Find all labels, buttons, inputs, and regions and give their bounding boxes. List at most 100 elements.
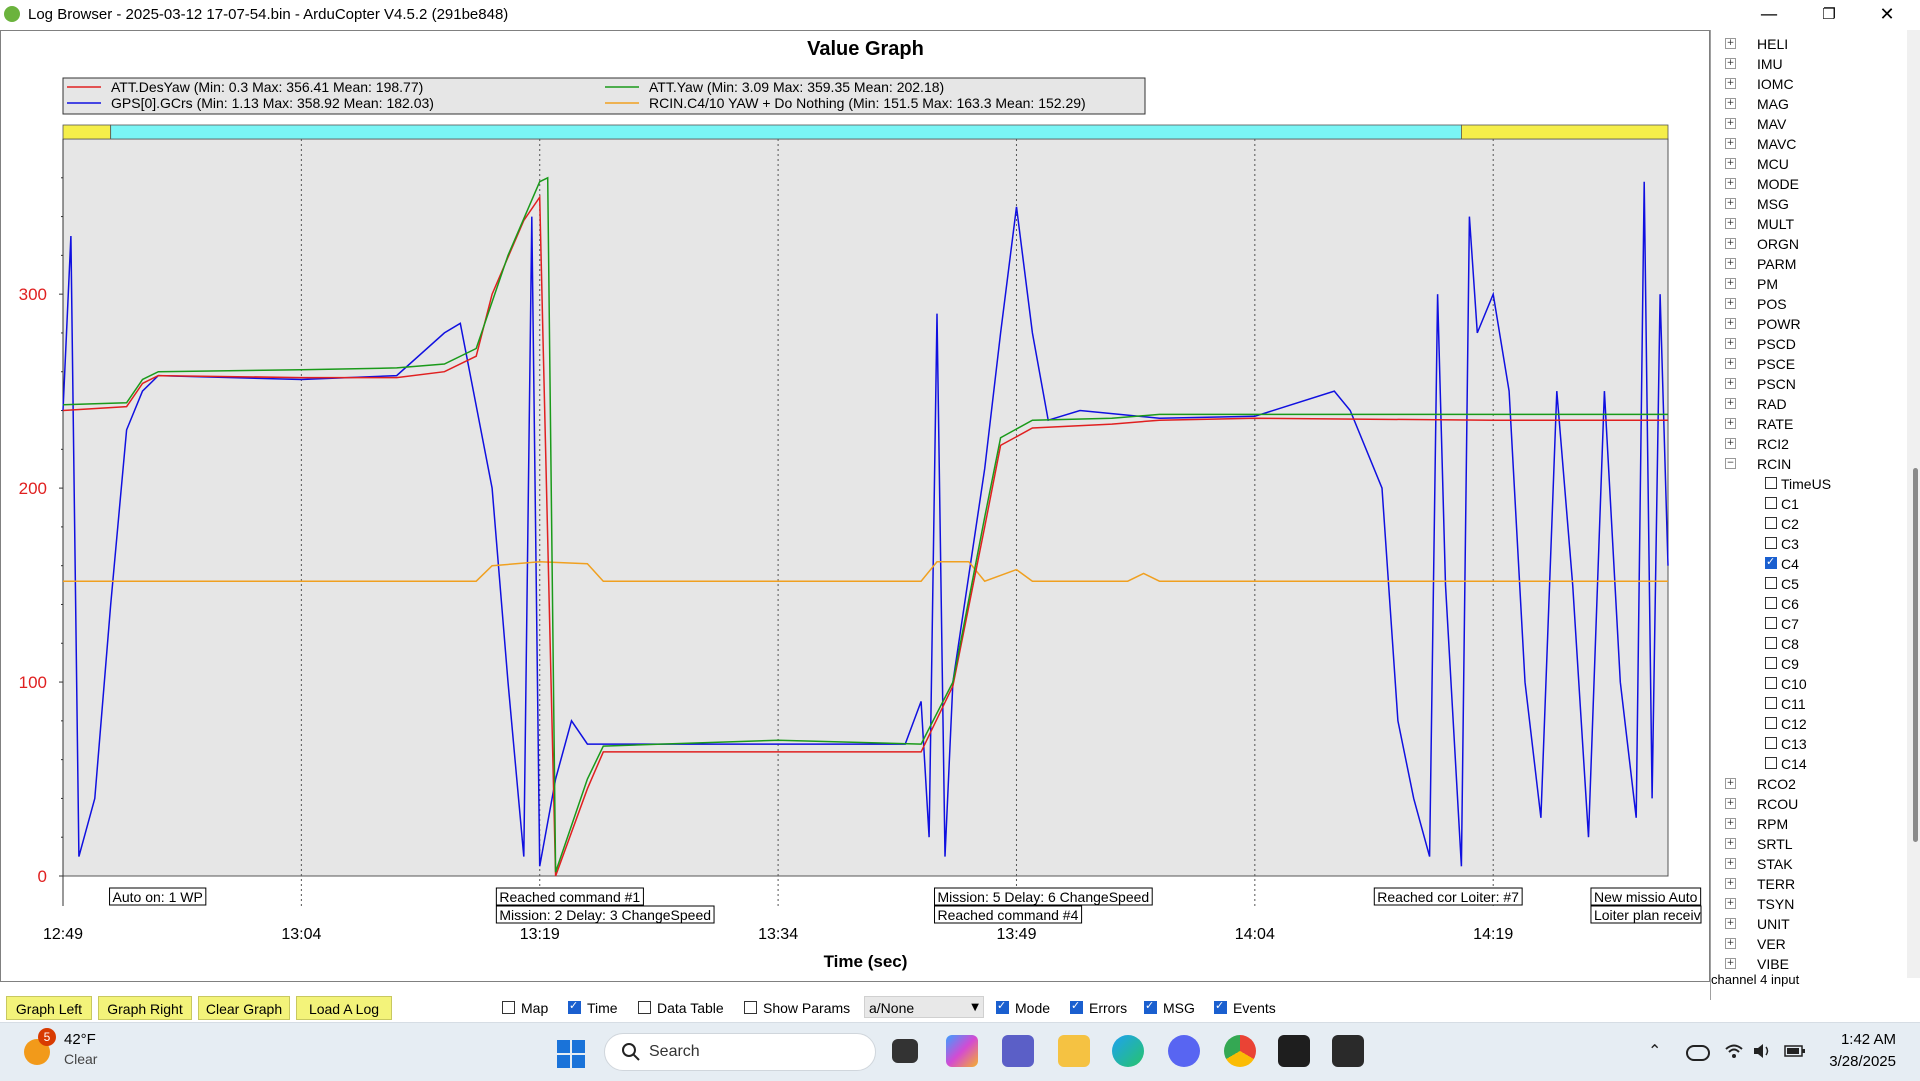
tree-item-rpm[interactable]: + RPM [1711,814,1901,834]
expand-icon[interactable]: + [1725,418,1736,429]
expand-icon[interactable]: + [1725,338,1736,349]
tree-item-heli[interactable]: + HELI [1711,34,1901,54]
tree-item-mult[interactable]: + MULT [1711,214,1901,234]
tree-item-mav[interactable]: + MAV [1711,114,1901,134]
battery-icon[interactable] [1784,1041,1805,1061]
taskbar-search[interactable]: Search [604,1033,876,1071]
expand-icon[interactable]: + [1725,318,1736,329]
tree-item-pm[interactable]: + PM [1711,274,1901,294]
tree-item-psce[interactable]: + PSCE [1711,354,1901,374]
tree-item-mavc[interactable]: + MAVC [1711,134,1901,154]
tree-item-pscd[interactable]: + PSCD [1711,334,1901,354]
tree-item-c13[interactable]: C13 [1711,734,1901,754]
expand-icon[interactable]: + [1725,798,1736,809]
tree-item-rcou[interactable]: + RCOU [1711,794,1901,814]
expand-icon[interactable]: + [1725,38,1736,49]
clear-graph-button[interactable]: Clear Graph [198,996,290,1020]
mode-checkbox-box[interactable] [996,999,1009,1014]
show-params-checkbox-box[interactable] [744,1001,757,1014]
clock-time[interactable]: 1:42 AM [1836,1031,1896,1048]
tree-item-c9[interactable]: C9 [1711,654,1901,674]
map-checkbox-box[interactable] [502,1001,515,1014]
volume-icon[interactable] [1752,1041,1772,1061]
expand-icon[interactable]: + [1725,378,1736,389]
expand-icon[interactable]: + [1725,898,1736,909]
tree-item-c4[interactable]: C4 [1711,554,1901,574]
expand-icon[interactable]: + [1725,918,1736,929]
teams-icon[interactable] [1002,1035,1034,1067]
tree-item-c6[interactable]: C6 [1711,594,1901,614]
expand-icon[interactable]: + [1725,178,1736,189]
expand-icon[interactable]: + [1725,258,1736,269]
tree-item-tsyn[interactable]: + TSYN [1711,894,1901,914]
expand-icon[interactable]: + [1725,958,1736,969]
expand-icon[interactable]: + [1725,858,1736,869]
tree-checkbox-timeus[interactable] [1765,477,1777,489]
collapse-icon[interactable]: − [1725,458,1736,469]
expand-icon[interactable]: + [1725,298,1736,309]
tree-checkbox-c14[interactable] [1765,757,1777,769]
tree-item-mode[interactable]: + MODE [1711,174,1901,194]
tree-item-c5[interactable]: C5 [1711,574,1901,594]
tree-item-vibe[interactable]: + VIBE [1711,954,1901,974]
tree-scroll-thumb[interactable] [1913,468,1918,842]
weather-temperature[interactable]: 42°F [64,1031,96,1048]
expand-icon[interactable]: + [1725,138,1736,149]
minimize-button[interactable]: — [1740,0,1798,29]
tree-item-c8[interactable]: C8 [1711,634,1901,654]
tree-item-c1[interactable]: C1 [1711,494,1901,514]
expand-icon[interactable]: + [1725,818,1736,829]
copilot-icon[interactable] [946,1035,978,1067]
tree-checkbox-c2[interactable] [1765,517,1777,529]
clock-date[interactable]: 3/28/2025 [1820,1053,1896,1070]
expand-icon[interactable]: + [1725,238,1736,249]
tree-item-powr[interactable]: + POWR [1711,314,1901,334]
discord-icon[interactable] [1168,1035,1200,1067]
tree-item-unit[interactable]: + UNIT [1711,914,1901,934]
tree-checkbox-c9[interactable] [1765,657,1777,669]
tree-checkbox-c4[interactable] [1765,555,1777,569]
graph-right-button[interactable]: Graph Right [98,996,192,1020]
tree-checkbox-c10[interactable] [1765,677,1777,689]
events-checkbox-box[interactable] [1214,999,1227,1014]
onedrive-icon[interactable] [1686,1045,1710,1061]
tree-checkbox-c11[interactable] [1765,697,1777,709]
expand-icon[interactable]: + [1725,58,1736,69]
expand-icon[interactable]: + [1725,358,1736,369]
tree-item-c14[interactable]: C14 [1711,754,1901,774]
chevron-up-icon[interactable]: ⌃ [1648,1041,1661,1060]
expand-icon[interactable]: + [1725,78,1736,89]
tree-item-msg[interactable]: + MSG [1711,194,1901,214]
tree-item-ver[interactable]: + VER [1711,934,1901,954]
time-checkbox-box[interactable] [568,999,581,1014]
edge-icon[interactable] [1112,1035,1144,1067]
data-table-checkbox-box[interactable] [638,1001,651,1014]
tree-item-rco2[interactable]: + RCO2 [1711,774,1901,794]
expand-icon[interactable]: + [1725,98,1736,109]
expand-icon[interactable]: + [1725,218,1736,229]
mission-planner-icon[interactable] [1332,1035,1364,1067]
expand-icon[interactable]: + [1725,158,1736,169]
maximize-button[interactable]: ❐ [1800,0,1858,29]
expand-icon[interactable]: + [1725,198,1736,209]
tree-scrollbar[interactable] [1907,30,1920,978]
tree-item-rate[interactable]: + RATE [1711,414,1901,434]
tree-item-rcin[interactable]: − RCIN [1711,454,1901,474]
tree-item-c7[interactable]: C7 [1711,614,1901,634]
file-explorer-icon[interactable] [1058,1035,1090,1067]
msg-checkbox-box[interactable] [1144,999,1157,1014]
tree-item-iomc[interactable]: + IOMC [1711,74,1901,94]
weather-condition[interactable]: Clear [64,1051,97,1067]
tree-item-timeus[interactable]: TimeUS [1711,474,1901,494]
tree-checkbox-c3[interactable] [1765,537,1777,549]
tree-checkbox-c12[interactable] [1765,717,1777,729]
tree-checkbox-c7[interactable] [1765,617,1777,629]
graph-panel[interactable]: Value Graph ATT.DesYaw (Min: 0.3 Max: 356… [0,30,1710,982]
expand-icon[interactable]: + [1725,838,1736,849]
tree-item-pos[interactable]: + POS [1711,294,1901,314]
tree-item-c12[interactable]: C12 [1711,714,1901,734]
tree-item-rci2[interactable]: + RCI2 [1711,434,1901,454]
terminal-icon[interactable] [1278,1035,1310,1067]
tree-item-terr[interactable]: + TERR [1711,874,1901,894]
tree-item-parm[interactable]: + PARM [1711,254,1901,274]
